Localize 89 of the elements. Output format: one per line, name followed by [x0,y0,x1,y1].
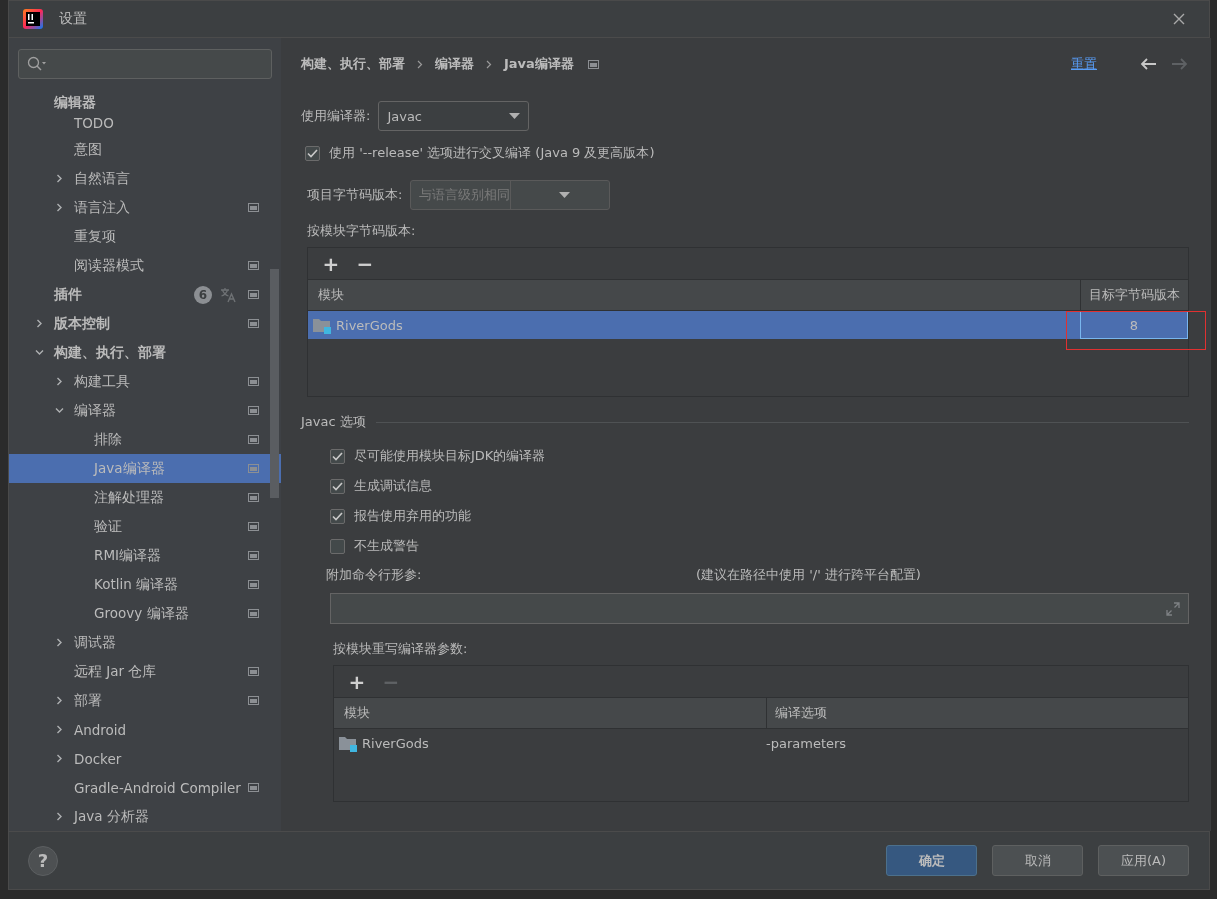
checkbox[interactable] [330,508,345,524]
expand-icon[interactable] [55,754,64,763]
expand-icon[interactable] [55,696,64,705]
collapse-icon[interactable] [35,348,44,357]
checkbox-label: 使用 '--release' 选项进行交叉编译 (Java 9 及更高版本) [329,144,655,162]
add-button[interactable]: + [344,671,370,692]
count-badge: 6 [194,285,212,304]
checkbox-label: 尽可能使用模块目标JDK的编译器 [354,447,546,465]
expand-icon[interactable] [35,319,44,328]
checkbox-label: 生成调试信息 [354,477,432,495]
help-button[interactable]: ? [28,845,58,876]
window-title: 设置 [59,10,88,28]
column-header[interactable]: 编译选项 [766,698,1188,728]
tree-item[interactable]: Groovy 编译器 [9,599,281,628]
checkbox[interactable] [330,538,345,554]
tree-item[interactable]: 自然语言 [9,164,281,193]
folder-icon [338,734,358,752]
tree-item[interactable]: 构建工具 [9,367,281,396]
collapse-icon[interactable] [55,406,64,415]
chevron-icon [486,59,492,69]
table-cell: -parameters [766,735,847,751]
expand-icon[interactable] [55,174,64,183]
tree-item[interactable]: 构建、执行、部署 [9,338,281,367]
breadcrumb-item[interactable]: Java编译器 [504,55,574,73]
reset-link[interactable]: 重置 [1071,55,1097,73]
table-label: 按模块重写编译器参数: [333,640,469,658]
tree-item[interactable]: 排除 [9,425,281,454]
tree-item[interactable]: RMI编译器 [9,541,281,570]
tree-item[interactable]: Android [9,715,281,744]
tree-item[interactable]: 远程 Jar 仓库 [9,657,281,686]
checkbox-label: 不生成警告 [354,537,419,555]
breadcrumb-item[interactable]: 编译器 [435,55,474,73]
tree-item[interactable]: Java 分析器 [9,802,281,831]
checkbox[interactable] [330,448,345,464]
parameters-field[interactable] [330,593,1189,624]
expand-icon[interactable] [55,638,64,647]
caret-icon [558,192,570,198]
tree-item[interactable]: TODO [9,111,281,135]
folder-icon [312,316,332,334]
tree-item[interactable]: 编辑器 [9,94,281,111]
tree-item[interactable]: 阅读器模式 [9,251,281,280]
tree-item[interactable]: 部署 [9,686,281,715]
project-scope-icon [587,59,599,69]
remove-button[interactable]: − [352,253,378,274]
tree-item[interactable]: 注解处理器 [9,483,281,512]
expand-icon[interactable] [55,377,64,386]
tree-item[interactable]: 版本控制 [9,309,281,338]
checkbox[interactable] [330,478,345,494]
column-header[interactable]: 模块 [334,698,766,728]
caret-icon [509,113,521,119]
expand-icon[interactable] [1166,601,1180,616]
tree-item[interactable]: 语言注入 [9,193,281,222]
dialog-button[interactable]: 应用(A) [1098,845,1189,876]
dialog-button[interactable]: 取消 [992,845,1083,876]
section-title: Javac 选项 [301,413,366,431]
module-name: RiverGods [336,317,403,333]
tree-item[interactable]: Kotlin 编译器 [9,570,281,599]
chevron-icon [417,59,423,69]
field-label: 项目字节码版本: [307,186,403,204]
tree-item[interactable]: 意图 [9,135,281,164]
tree-item[interactable]: 重复项 [9,222,281,251]
table-label: 按模块字节码版本: [307,222,417,240]
tree-item[interactable]: 验证 [9,512,281,541]
tree-item[interactable]: 插件 6 [9,280,281,309]
tree-item[interactable]: Gradle-Android Compiler [9,773,281,802]
expand-icon[interactable] [55,725,64,734]
field-label: 附加命令行形参: [326,566,422,584]
module-name: RiverGods [362,735,429,751]
back-arrow-icon[interactable] [1139,57,1157,71]
add-button[interactable]: + [318,253,344,274]
expand-icon[interactable] [55,203,64,212]
tree-item[interactable]: 编译器 [9,396,281,425]
search-field[interactable] [18,49,272,79]
checkbox-label: 报告使用弃用的功能 [354,507,471,525]
tree-item[interactable]: Docker [9,744,281,773]
close-icon[interactable] [1173,13,1185,25]
breadcrumb-item[interactable]: 构建、执行、部署 [301,55,405,73]
ok-button[interactable]: 确定 [886,845,977,876]
app-logo-icon [23,9,43,29]
checkbox[interactable] [305,145,320,161]
scrollbar-thumb[interactable] [270,269,279,498]
column-header[interactable]: 模块 [308,280,1080,310]
expand-icon[interactable] [55,812,64,821]
column-header[interactable]: 目标字节码版本 [1080,280,1188,310]
field-label: 使用编译器: [301,107,371,125]
compiler-dropdown[interactable]: Javac [378,101,530,131]
tree-item[interactable]: 调试器 [9,628,281,657]
hint-text: (建议在路径中使用 '/' 进行跨平台配置) [696,566,922,584]
search-icon [27,56,47,72]
